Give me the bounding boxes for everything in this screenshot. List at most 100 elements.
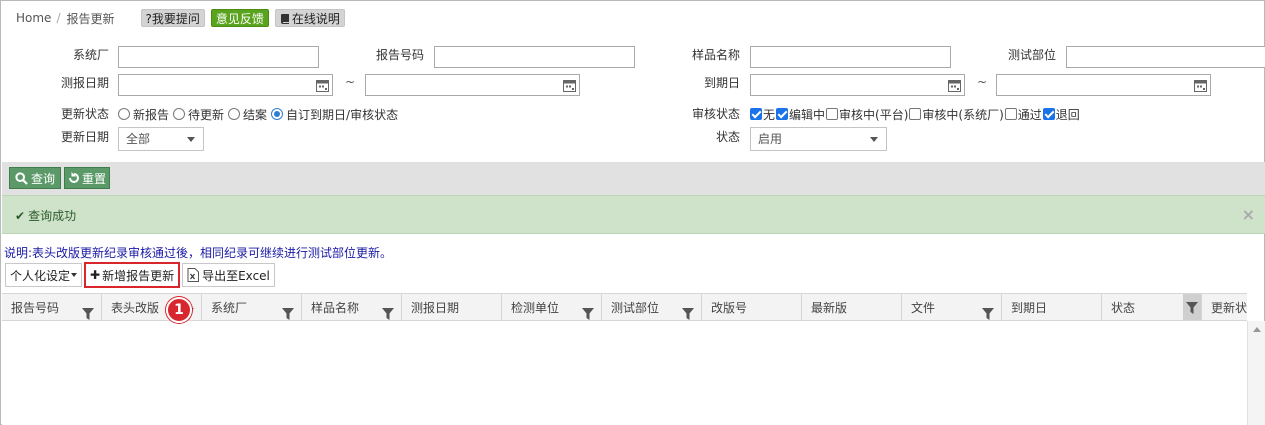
test-dept-label: 测试部位 <box>1007 48 1056 62</box>
filter-icon[interactable] <box>82 302 94 320</box>
search-icon <box>15 171 28 185</box>
factory-label: 系统厂 <box>72 48 109 62</box>
export-excel-button[interactable]: 导出至Excel <box>182 263 275 287</box>
sample-name-input[interactable] <box>750 46 951 68</box>
factory-input[interactable] <box>118 46 319 68</box>
column-header[interactable]: 到期日 <box>1002 294 1102 320</box>
instruction-note: 说明:表头改版更新纪录审核通过後，相同纪录可继续进行测试部位更新。 <box>4 246 393 260</box>
radio-label: 自订到期日/审核状态 <box>286 107 399 122</box>
radio-label: 新报告 <box>133 107 170 122</box>
column-header-label: 状态 <box>1111 301 1136 315</box>
filter-icon[interactable] <box>982 302 994 320</box>
column-header[interactable]: 测报日期 <box>402 294 502 320</box>
review-status-checkbox-group: 无 编辑中 审核中(平台) 审核中(系统厂) 通过 退回 <box>750 106 1081 122</box>
filter-icon[interactable] <box>1183 294 1201 320</box>
expire-date-to-input[interactable] <box>996 74 1211 96</box>
update-status-label: 更新状态 <box>60 107 109 121</box>
feedback-button[interactable]: 意见反馈 <box>210 9 269 27</box>
calendar-icon[interactable] <box>1192 77 1208 93</box>
filter-icon[interactable] <box>682 302 694 320</box>
update-status-radio-closed[interactable] <box>228 108 241 120</box>
report-no-label: 报告号码 <box>375 48 424 62</box>
review-checkbox-platform[interactable] <box>826 108 839 120</box>
reset-button[interactable]: 重置 <box>64 167 111 189</box>
checkbox-label: 审核中(平台) <box>839 107 909 122</box>
breadcrumb-separator: / <box>56 11 61 25</box>
chevron-down-icon <box>187 137 195 142</box>
radio-label: 待更新 <box>188 107 225 122</box>
personalize-dropdown[interactable]: 个人化设定 <box>5 263 83 287</box>
test-dept-input[interactable] <box>1066 46 1265 68</box>
query-button[interactable]: 查询 <box>9 167 62 189</box>
update-status-radio-new[interactable] <box>118 108 130 120</box>
chevron-down-icon <box>870 137 878 142</box>
breadcrumb-home[interactable]: Home <box>16 11 51 25</box>
ask-question-button[interactable]: ?我要提问 <box>140 9 205 27</box>
vertical-scrollbar[interactable] <box>1247 321 1265 425</box>
book-icon <box>280 13 289 24</box>
filter-icon[interactable] <box>382 302 394 320</box>
checkbox-label: 通过 <box>1017 107 1042 122</box>
column-header[interactable]: 测试部位 <box>602 294 702 320</box>
column-header[interactable]: 系统厂 <box>202 294 302 320</box>
column-header[interactable]: 状态 <box>1102 294 1202 320</box>
caret-down-icon <box>71 273 78 277</box>
grid-body <box>2 321 1247 425</box>
breadcrumb: Home / 报告更新 ?我要提问 意见反馈 在线说明 <box>16 9 351 27</box>
report-date-label: 测报日期 <box>60 76 109 90</box>
column-header-label: 最新版 <box>811 301 848 315</box>
check-icon: ✔ <box>15 208 26 223</box>
update-status-radio-pending[interactable] <box>173 108 186 120</box>
column-header[interactable]: 改版号 <box>702 294 802 320</box>
column-header[interactable]: 更新状 <box>1202 294 1247 320</box>
update-status-radio-custom[interactable] <box>271 108 284 120</box>
callout-number-badge: 1 <box>166 297 192 323</box>
scroll-up-icon[interactable] <box>1253 327 1261 332</box>
review-checkbox-editing[interactable] <box>776 108 789 120</box>
online-help-button[interactable]: 在线说明 <box>274 9 345 27</box>
report-date-from-input[interactable] <box>118 74 333 96</box>
column-header-label: 样品名称 <box>311 301 360 315</box>
checkbox-label: 编辑中 <box>789 107 826 122</box>
state-label: 状态 <box>715 130 740 144</box>
column-header[interactable]: 样品名称 <box>302 294 402 320</box>
column-header[interactable]: 最新版 <box>802 294 902 320</box>
calendar-icon[interactable] <box>314 77 330 93</box>
success-alert: ✔ 查询成功 × <box>2 195 1265 234</box>
expire-date-from-input[interactable] <box>750 74 965 96</box>
column-header-label: 更新状 <box>1211 301 1247 315</box>
filter-icon[interactable] <box>582 302 594 320</box>
excel-file-icon <box>187 268 200 282</box>
alert-message: 查询成功 <box>28 209 77 223</box>
add-report-update-button[interactable]: ✚ 新增报告更新 <box>84 262 181 288</box>
radio-label: 结案 <box>243 107 268 122</box>
column-header[interactable]: 报告号码 <box>2 294 102 320</box>
filter-icon[interactable] <box>282 302 294 320</box>
report-no-input[interactable] <box>434 46 635 68</box>
breadcrumb-current: 报告更新 <box>66 11 115 26</box>
review-status-label: 审核状态 <box>691 107 740 121</box>
expire-date-range-separator: ~ <box>977 75 988 89</box>
column-header-label: 检测单位 <box>511 301 560 315</box>
column-header[interactable]: 检测单位 <box>502 294 602 320</box>
app-frame: Home / 报告更新 ?我要提问 意见反馈 在线说明 系统厂 报告号码 样品名… <box>0 0 1265 425</box>
review-checkbox-factory[interactable] <box>909 108 922 120</box>
state-select[interactable]: 启用 <box>750 127 887 151</box>
plus-icon: ✚ <box>90 268 101 282</box>
review-checkbox-returned[interactable] <box>1042 108 1055 120</box>
column-header-label: 到期日 <box>1011 301 1048 315</box>
checkbox-label: 审核中(系统厂) <box>922 107 1004 122</box>
review-checkbox-none[interactable] <box>750 108 762 120</box>
calendar-icon[interactable] <box>946 77 962 93</box>
column-header-label: 系统厂 <box>211 301 248 315</box>
refresh-icon <box>69 172 79 183</box>
calendar-icon[interactable] <box>561 77 577 93</box>
update-date-select[interactable]: 全部 <box>118 127 204 151</box>
report-date-range-separator: ~ <box>345 75 356 89</box>
checkbox-label: 无 <box>763 107 776 122</box>
review-checkbox-passed[interactable] <box>1004 108 1017 120</box>
column-header-label: 文件 <box>911 301 936 315</box>
close-icon[interactable]: × <box>1242 205 1255 224</box>
report-date-to-input[interactable] <box>365 74 580 96</box>
column-header[interactable]: 文件 <box>902 294 1002 320</box>
